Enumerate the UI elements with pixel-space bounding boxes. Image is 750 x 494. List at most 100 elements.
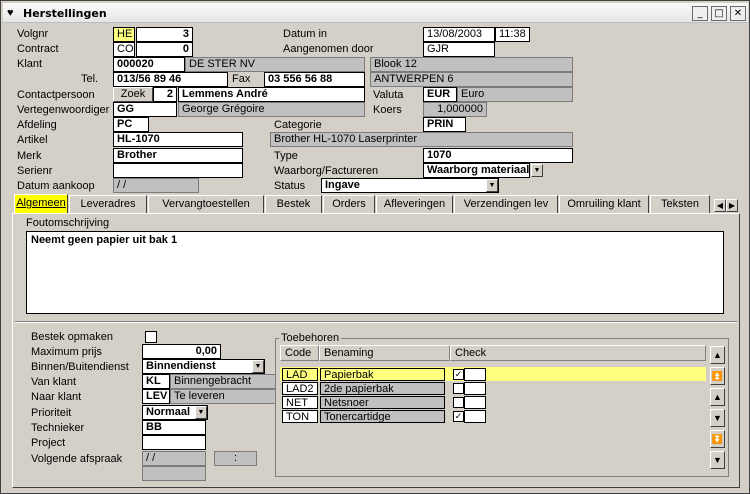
valuta-code-field[interactable]: EUR xyxy=(423,87,457,102)
move-first-icon[interactable]: ▲ xyxy=(710,346,725,364)
contract-label: Contract xyxy=(17,43,59,55)
tab-verzendingen-lev[interactable]: Verzendingen lev xyxy=(454,195,558,214)
tab-scroll-right-icon[interactable]: ▶ xyxy=(726,199,738,212)
move-down-icon[interactable]: ▼ xyxy=(710,409,725,427)
merk-field[interactable]: Brother xyxy=(113,148,243,163)
title-bar: ♥ Herstellingen _ □ ✕ xyxy=(3,3,748,23)
naar-klant-label: Naar klant xyxy=(31,391,82,403)
row-check-checkbox[interactable] xyxy=(453,397,464,408)
row-benaming[interactable]: Netsnoer xyxy=(320,396,445,409)
zoek-button[interactable]: Zoek xyxy=(113,87,153,102)
binnen-buitendienst-label: Binnen/Buitendienst xyxy=(31,361,129,373)
contact-name-field[interactable]: Lemmens André xyxy=(178,87,365,102)
column-header-code[interactable]: Code xyxy=(280,345,319,361)
row-check-checkbox[interactable]: ✓ xyxy=(453,411,464,422)
volgnr-number-field[interactable]: 3 xyxy=(136,27,193,42)
afdeling-label: Afdeling xyxy=(17,119,57,131)
datum-aankoop-field: / / xyxy=(113,178,199,193)
afspraak-time-field: : xyxy=(214,451,257,466)
row-code[interactable]: LAD2 xyxy=(282,382,318,395)
column-header-benaming[interactable]: Benaming xyxy=(319,345,450,361)
foutomschrijving-label: Foutomschrijving xyxy=(26,217,110,229)
van-klant-label: Van klant xyxy=(31,376,77,388)
naar-klant-code-field[interactable]: LEV xyxy=(142,389,170,404)
project-label: Project xyxy=(31,437,66,449)
row-code[interactable]: NET xyxy=(282,396,318,409)
koers-field: 1,000000 xyxy=(423,102,487,117)
van-klant-code-field[interactable]: KL xyxy=(142,374,170,389)
move-page-up-icon[interactable]: ⏫ xyxy=(710,367,725,385)
fax-label: Fax xyxy=(232,73,251,85)
type-field[interactable]: 1070 xyxy=(423,148,573,163)
tab-omruiling-klant[interactable]: Omruiling klant xyxy=(559,195,649,214)
tab-teksten[interactable]: Teksten xyxy=(650,195,710,214)
klant-address2-field: ANTWERPEN 6 xyxy=(370,72,573,87)
row-check-checkbox[interactable] xyxy=(453,383,464,394)
aangenomen-field[interactable]: GJR xyxy=(423,42,495,57)
volgnr-label: Volgnr xyxy=(17,28,49,40)
chevron-down-icon[interactable]: ▼ xyxy=(195,406,207,419)
tab-vervangtoestellen[interactable]: Vervangtoestellen xyxy=(148,195,264,214)
tab-afleveringen[interactable]: Afleveringen xyxy=(376,195,453,214)
artikel-field[interactable]: HL-1070 xyxy=(113,132,243,147)
chevron-down-icon[interactable]: ▼ xyxy=(486,179,498,192)
binnen-buitendienst-select[interactable]: Binnendienst xyxy=(142,359,265,374)
toebehoren-label: Toebehoren xyxy=(279,332,342,344)
afspraak-extra-field xyxy=(142,466,206,481)
klant-name-field: DE STER NV xyxy=(185,57,365,72)
bestek-opmaken-label: Bestek opmaken xyxy=(31,331,113,343)
move-page-down-icon[interactable]: ⏬ xyxy=(710,430,725,448)
categorie-label: Categorie xyxy=(274,119,322,131)
tab-scroll-left-icon[interactable]: ◀ xyxy=(714,199,726,212)
van-klant-name-field: Binnengebracht xyxy=(170,374,276,389)
naar-klant-name-field: Te leveren xyxy=(170,389,276,404)
foutomschrijving-textarea[interactable]: Neemt geen papier uit bak 1 xyxy=(26,231,724,314)
technieker-field[interactable]: BB xyxy=(142,420,206,435)
contact-number-field[interactable]: 2 xyxy=(153,87,177,102)
tab-leveradres[interactable]: Leveradres xyxy=(69,195,147,214)
maximum-prijs-field[interactable]: 0,00 xyxy=(142,344,221,359)
vertegenwoordiger-code-field[interactable]: GG xyxy=(113,102,177,117)
tel-field[interactable]: 013/56 89 46 xyxy=(113,72,228,87)
minimize-button[interactable]: _ xyxy=(692,6,708,21)
row-check-cell xyxy=(464,396,486,409)
move-last-icon[interactable]: ▼ xyxy=(710,451,725,469)
tab-algemeen[interactable]: Algemeen xyxy=(14,194,68,214)
afspraak-date-field: / / xyxy=(142,451,206,466)
row-benaming[interactable]: 2de papierbak xyxy=(320,382,445,395)
artikel-label: Artikel xyxy=(17,134,48,146)
bestek-opmaken-checkbox[interactable] xyxy=(145,331,157,343)
volgnr-code-field[interactable]: HE xyxy=(113,27,135,42)
close-button[interactable]: ✕ xyxy=(730,6,746,21)
chevron-down-icon[interactable]: ▼ xyxy=(252,360,264,373)
contract-code-field[interactable]: CO xyxy=(113,42,135,57)
row-check-cell xyxy=(464,382,486,395)
column-header-check[interactable]: Check xyxy=(450,345,706,361)
vertegenwoordiger-name-field: George Grégoire xyxy=(178,102,365,117)
categorie-field[interactable]: PRIN xyxy=(423,117,466,132)
maximize-button[interactable]: □ xyxy=(711,6,727,21)
waarborg-select[interactable]: Waarborg materiaal xyxy=(423,163,530,178)
serienr-field[interactable] xyxy=(113,163,243,178)
volgende-afspraak-label: Volgende afspraak xyxy=(31,453,123,465)
tab-orders[interactable]: Orders xyxy=(323,195,375,214)
row-benaming[interactable]: Tonercartidge xyxy=(320,410,445,423)
window-title: Herstellingen xyxy=(23,7,107,20)
row-check-checkbox[interactable]: ✓ xyxy=(453,369,464,380)
row-benaming[interactable]: Papierbak xyxy=(320,368,445,381)
status-select[interactable]: Ingave xyxy=(321,178,499,193)
klant-code-field[interactable]: 000020 xyxy=(113,57,185,72)
move-up-icon[interactable]: ▲ xyxy=(710,388,725,406)
row-code[interactable]: TON xyxy=(282,410,318,423)
valuta-label: Valuta xyxy=(373,89,404,101)
tab-bestek[interactable]: Bestek xyxy=(265,195,322,214)
prioriteit-label: Prioriteit xyxy=(31,407,72,419)
fax-field[interactable]: 03 556 56 88 xyxy=(264,72,365,87)
project-field[interactable] xyxy=(142,435,206,450)
datum-in-time-field[interactable]: 11:38 xyxy=(495,27,530,42)
afdeling-field[interactable]: PC xyxy=(113,117,149,132)
contract-number-field[interactable]: 0 xyxy=(136,42,193,57)
chevron-down-icon[interactable]: ▼ xyxy=(531,164,543,177)
row-code[interactable]: LAD xyxy=(282,368,318,381)
datum-in-date-field[interactable]: 13/08/2003 xyxy=(423,27,495,42)
